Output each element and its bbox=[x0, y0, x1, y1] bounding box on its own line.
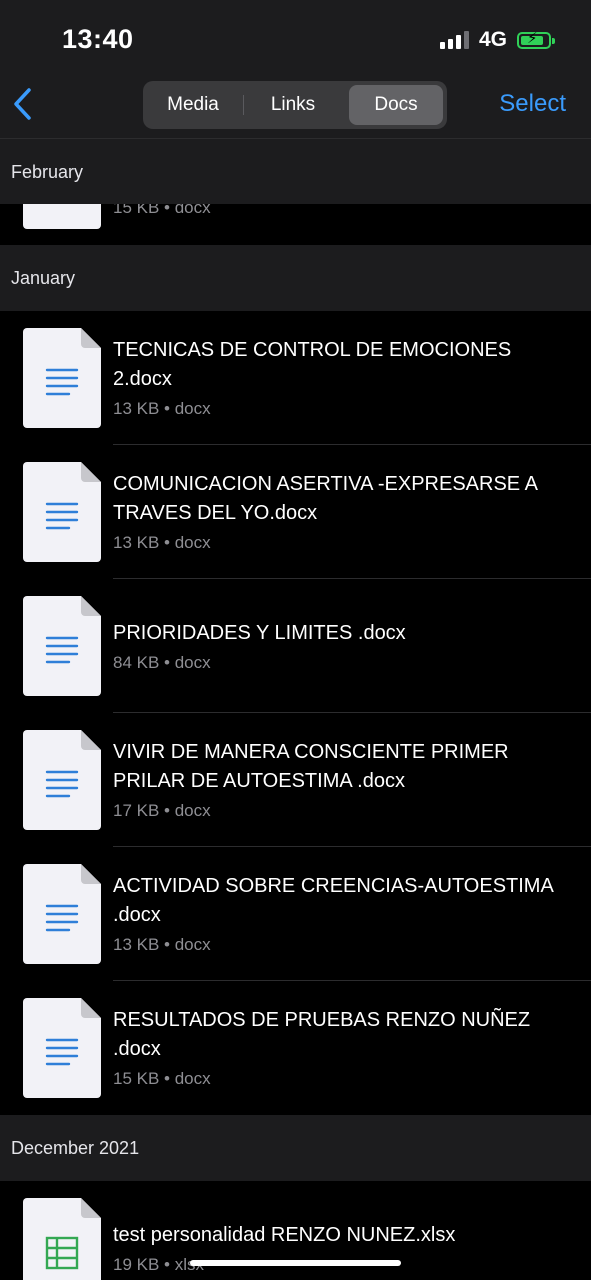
list-item[interactable]: RESULTADOS DE PRUEBAS RENZO NUÑEZ .docx … bbox=[0, 981, 591, 1115]
cellular-signal-icon bbox=[439, 31, 469, 49]
network-type: 4G bbox=[478, 28, 507, 51]
file-meta: 84 KB • docx bbox=[113, 653, 211, 672]
file-title: TECNICAS DE CONTROL DE EMOCIONES 2.docx bbox=[113, 339, 512, 390]
home-indicator[interactable] bbox=[190, 1260, 401, 1266]
list-item[interactable]: ACTIVIDAD SOBRE CREENCIAS-AUTOESTIMA .do… bbox=[0, 847, 591, 981]
file-title: RESULTADOS DE PRUEBAS RENZO NUÑEZ .docx bbox=[113, 1009, 531, 1060]
list-item[interactable]: COMUNICACION ASERTIVA -EXPRESARSE A TRAV… bbox=[0, 445, 591, 579]
word-document-icon bbox=[23, 596, 101, 696]
segmented-control: Media Links Docs bbox=[143, 81, 447, 129]
section-header-december-2021: December 2021 bbox=[0, 1115, 591, 1181]
spreadsheet-icon bbox=[23, 1198, 101, 1280]
word-document-icon bbox=[23, 998, 101, 1098]
list-item[interactable]: VIVIR DE MANERA CONSCIENTE PRIMER PRILAR… bbox=[0, 713, 591, 847]
tab-links[interactable]: Links bbox=[247, 85, 339, 125]
list-item[interactable]: PRIORIDADES Y LIMITES .docx 84 KB • docx bbox=[0, 579, 591, 713]
status-indicators: 4G ⚡ bbox=[439, 28, 555, 52]
status-time: 13:40 bbox=[62, 24, 134, 54]
file-meta: 15 KB • docx bbox=[113, 204, 211, 217]
tab-media[interactable]: Media bbox=[147, 85, 239, 125]
list-item[interactable]: 15 KB • docx bbox=[0, 204, 591, 244]
file-meta: 15 KB • docx bbox=[113, 1069, 211, 1088]
section-header-january: January bbox=[0, 245, 591, 311]
file-title: test personalidad RENZO NUNEZ.xlsx bbox=[113, 1224, 456, 1246]
file-title: ACTIVIDAD SOBRE CREENCIAS-AUTOESTIMA .do… bbox=[113, 875, 553, 926]
file-meta: 13 KB • docx bbox=[113, 399, 211, 418]
select-button[interactable]: Select bbox=[499, 90, 566, 118]
file-title: COMUNICACION ASERTIVA -EXPRESARSE A TRAV… bbox=[113, 473, 537, 524]
section-header-february: February bbox=[0, 139, 591, 205]
word-document-icon bbox=[23, 730, 101, 830]
word-document-icon bbox=[23, 328, 101, 428]
file-meta: 13 KB • docx bbox=[113, 935, 211, 954]
file-meta: 17 KB • docx bbox=[113, 801, 211, 820]
section-title: January bbox=[11, 268, 76, 288]
back-chevron-icon[interactable] bbox=[10, 86, 40, 122]
section-title: February bbox=[11, 162, 84, 182]
section-title: December 2021 bbox=[11, 1138, 140, 1158]
battery-charging-icon: ⚡ bbox=[517, 31, 555, 49]
list-item[interactable]: TECNICAS DE CONTROL DE EMOCIONES 2.docx … bbox=[0, 311, 591, 445]
file-title: VIVIR DE MANERA CONSCIENTE PRIMER PRILAR… bbox=[113, 741, 509, 792]
file-meta: 13 KB • docx bbox=[113, 533, 211, 552]
tab-docs[interactable]: Docs bbox=[349, 85, 443, 125]
navigation-bar: 13:40 4G ⚡ Media Links Docs Select bbox=[0, 0, 591, 138]
word-document-icon bbox=[23, 864, 101, 964]
word-document-icon bbox=[23, 462, 101, 562]
file-title: PRIORIDADES Y LIMITES .docx bbox=[113, 622, 406, 644]
document-icon bbox=[23, 204, 101, 229]
